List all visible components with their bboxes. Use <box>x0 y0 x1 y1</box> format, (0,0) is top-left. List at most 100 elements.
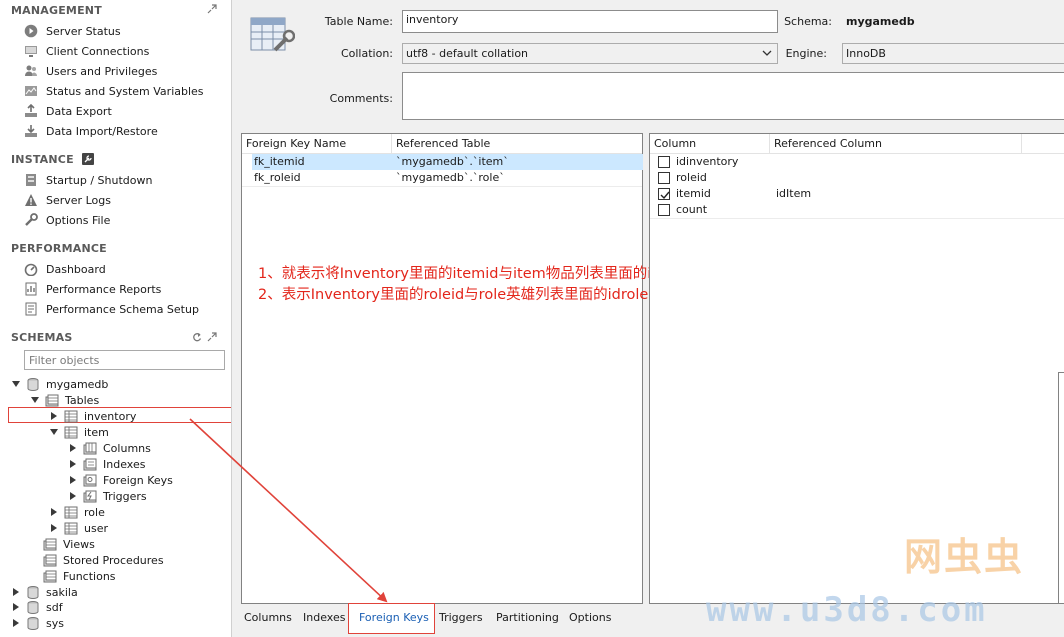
tree-schema-sakila[interactable]: sakila <box>11 584 78 600</box>
collapse-triangle-icon[interactable] <box>11 379 21 389</box>
tree-schema-sys[interactable]: sys <box>11 615 64 631</box>
table-editor-icon <box>250 17 295 52</box>
expand-panel-icon[interactable] <box>207 332 217 342</box>
nav-server-status[interactable]: Server Status <box>24 22 121 40</box>
column-checkbox[interactable] <box>658 156 670 168</box>
tree-folder-tables[interactable]: Tables <box>30 392 99 408</box>
nav-startup-shutdown[interactable]: Startup / Shutdown <box>24 171 152 189</box>
database-icon <box>27 616 39 630</box>
tree-folder-triggers[interactable]: Triggers <box>68 488 147 504</box>
tree-table-user[interactable]: user <box>49 520 108 536</box>
expand-panel-icon[interactable] <box>207 4 217 14</box>
checkmark-icon <box>660 191 670 200</box>
nav-dashboard[interactable]: Dashboard <box>24 260 106 278</box>
column-name-cell: idinventory <box>676 155 739 168</box>
nav-performance-schema-setup[interactable]: Performance Schema Setup <box>24 300 199 318</box>
referenced-column-header[interactable]: Referenced Column <box>770 134 1022 154</box>
variables-icon <box>25 86 37 96</box>
fk-name-column-header[interactable]: Foreign Key Name <box>242 134 392 154</box>
table-name-input[interactable]: inventory <box>402 10 778 33</box>
referenced-table-column-header[interactable]: Referenced Table <box>392 134 643 154</box>
tree-folder-columns[interactable]: Columns <box>68 440 151 456</box>
engine-selected-value: InnoDB <box>846 47 886 60</box>
nav-client-connections[interactable]: Client Connections <box>24 42 149 60</box>
tree-label: item <box>84 425 109 439</box>
fk-name-cell[interactable]: fk_itemid <box>252 154 392 170</box>
tab-indexes[interactable]: Indexes <box>303 611 345 624</box>
tree-folder-views[interactable]: Views <box>43 536 95 552</box>
fk-table-cell[interactable]: `mygamedb`.`role` <box>392 170 643 186</box>
column-name-cell: roleid <box>676 171 707 184</box>
referenced-column-cell[interactable]: idItem <box>776 186 811 202</box>
dashboard-icon <box>24 263 38 276</box>
tab-foreign-keys[interactable]: Foreign Keys <box>359 611 429 624</box>
column-checkbox-checked[interactable] <box>658 188 670 200</box>
fk-name-cell[interactable]: fk_roleid <box>252 170 392 186</box>
column-row[interactable]: roleid <box>650 170 1064 186</box>
nav-status-variables[interactable]: Status and System Variables <box>24 82 204 100</box>
tab-triggers[interactable]: Triggers <box>439 611 483 624</box>
expand-triangle-icon[interactable] <box>68 491 78 501</box>
fk-row[interactable]: fk_roleid `mygamedb`.`role` <box>242 170 642 186</box>
tab-options[interactable]: Options <box>569 611 611 624</box>
expand-triangle-icon[interactable] <box>49 507 59 517</box>
collation-select[interactable]: utf8 - default collation <box>402 43 778 64</box>
tab-partitioning[interactable]: Partitioning <box>496 611 559 624</box>
refresh-icon[interactable] <box>192 332 202 342</box>
tree-folder-foreign-keys[interactable]: Foreign Keys <box>68 472 173 488</box>
expand-triangle-icon[interactable] <box>49 411 59 421</box>
fk-table-cell[interactable]: `mygamedb`.`item` <box>392 154 643 170</box>
tree-label: Columns <box>103 441 151 455</box>
nav-data-import[interactable]: Data Import/Restore <box>24 122 158 140</box>
column-row[interactable]: itemid idItem <box>650 186 1064 202</box>
expand-triangle-icon[interactable] <box>11 602 21 612</box>
expand-triangle-icon[interactable] <box>49 523 59 533</box>
nav-server-logs[interactable]: Server Logs <box>24 191 111 209</box>
nav-performance-reports[interactable]: Performance Reports <box>24 280 161 298</box>
nav-data-export[interactable]: Data Export <box>24 102 112 120</box>
column-header[interactable]: Column <box>650 134 770 154</box>
tree-label: inventory <box>84 409 137 423</box>
tree-folder-stored-procedures[interactable]: Stored Procedures <box>43 552 164 568</box>
tree-table-role[interactable]: role <box>49 504 105 520</box>
expand-triangle-icon[interactable] <box>11 618 21 628</box>
expand-triangle-icon[interactable] <box>68 459 78 469</box>
nav-label: Status and System Variables <box>46 84 204 98</box>
tree-label: Views <box>63 537 95 551</box>
tree-folder-indexes[interactable]: Indexes <box>68 456 145 472</box>
column-row[interactable]: idinventory <box>650 154 1064 170</box>
monitor-icon <box>25 46 37 57</box>
watermark-logo-text: 网虫虫 <box>904 535 1025 579</box>
expand-triangle-icon[interactable] <box>68 475 78 485</box>
column-checkbox[interactable] <box>658 172 670 184</box>
tab-columns[interactable]: Columns <box>244 611 292 624</box>
fk-row[interactable]: fk_itemid `mygamedb`.`item` <box>242 154 643 170</box>
nav-label: Options File <box>46 213 111 227</box>
column-name-cell: count <box>676 203 708 216</box>
comments-textarea[interactable] <box>402 72 1064 120</box>
expand-triangle-icon[interactable] <box>68 443 78 453</box>
power-icon <box>26 174 36 186</box>
tree-table-item[interactable]: item <box>49 424 109 440</box>
nav-options-file[interactable]: Options File <box>24 211 110 229</box>
collapse-triangle-icon[interactable] <box>30 395 40 405</box>
engine-select[interactable]: InnoDB <box>842 43 1064 64</box>
triggers-folder-icon <box>83 490 97 502</box>
column-checkbox[interactable] <box>658 204 670 216</box>
tree-schema-sdf[interactable]: sdf <box>11 599 63 615</box>
fk-grid-header: Foreign Key Name Referenced Table <box>242 134 642 154</box>
tree-folder-functions[interactable]: Functions <box>43 568 116 584</box>
tree-label: mygamedb <box>46 377 109 391</box>
filter-objects-input[interactable] <box>24 350 225 370</box>
column-grid-header: Column Referenced Column <box>650 134 1064 154</box>
tree-label: Foreign Keys <box>103 473 173 487</box>
tree-table-inventory[interactable]: inventory <box>49 408 136 424</box>
nav-users-privileges[interactable]: Users and Privileges <box>24 62 157 80</box>
expand-triangle-icon[interactable] <box>11 587 21 597</box>
tree-schema-mygamedb[interactable]: mygamedb <box>11 376 108 392</box>
database-icon <box>27 600 39 614</box>
nav-label: Performance Reports <box>46 282 162 296</box>
collapse-triangle-icon[interactable] <box>49 427 59 437</box>
column-row[interactable]: count <box>650 202 1064 218</box>
instance-title-text: INSTANCE <box>11 153 74 166</box>
